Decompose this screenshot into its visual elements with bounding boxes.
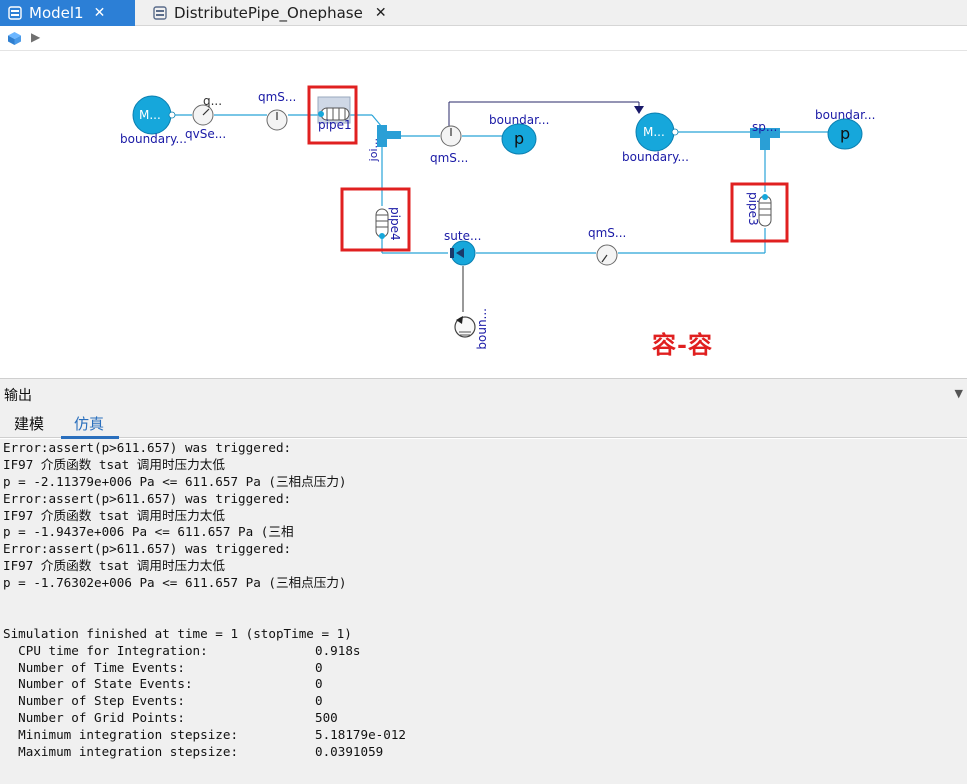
model-file-icon (8, 6, 22, 20)
breadcrumb-arrow-icon[interactable]: ▶ (31, 30, 40, 44)
stat-label: Number of Time Events: (3, 659, 185, 675)
label-qv-sensor[interactable]: qvSe... (185, 127, 226, 141)
label-split[interactable]: sp... (752, 120, 777, 134)
label-heat-boundary[interactable]: boun... (475, 308, 489, 350)
connection-lines (171, 114, 828, 254)
label-pressure-boundary-1[interactable]: boundar... (489, 113, 549, 127)
label-joint[interactable]: joi... (367, 138, 380, 161)
console-line: Error:assert(p>611.657) was triggered: (3, 541, 292, 557)
tab-label: Model1 (29, 4, 84, 22)
pressure-glyph-1: p (514, 129, 525, 148)
output-panel-title: 输出 (4, 388, 32, 404)
label-pressure-boundary-2[interactable]: boundar... (815, 108, 875, 122)
console-line: IF97 介质函数 tsat 调用时压力太低 (3, 507, 225, 523)
console-line: Error:assert(p>611.657) was triggered: (3, 490, 292, 506)
label-sute[interactable]: sute... (444, 229, 481, 243)
stat-row: Number of Grid Points: 500 (3, 710, 967, 727)
stat-label: Number of Step Events: (3, 693, 185, 709)
model-file-icon (153, 6, 167, 20)
stat-value: 500 (315, 710, 338, 726)
console-line: p = -2.11379e+006 Pa <= 611.657 Pa (三相点压… (3, 473, 347, 489)
pipe-icon (758, 194, 772, 227)
console-line: Simulation finished at time = 1 (stopTim… (3, 625, 352, 641)
stat-label: Maximum integration stepsize: (3, 744, 239, 760)
stat-label: Number of State Events: (3, 676, 193, 692)
label-qm-sensor-2[interactable]: qmS... (430, 151, 468, 165)
tab-distributepipe-onephase[interactable]: DistributePipe_Onephase ✕ (145, 0, 390, 26)
stat-label: CPU time for Integration: (3, 642, 208, 658)
close-icon[interactable]: ✕ (375, 5, 387, 21)
stat-row: Number of Step Events: 0 (3, 693, 967, 710)
stat-value: 0 (315, 676, 323, 692)
mass-source-glyph-mid: M... (643, 125, 665, 139)
chevron-down-icon[interactable]: ▼ (955, 387, 963, 400)
console-line: p = -1.76302e+006 Pa <= 611.657 Pa (三相点压… (3, 575, 347, 591)
stat-value: 0.918s (315, 642, 361, 658)
editor-tab-bar: Model1 ✕ DistributePipe_Onephase ✕ (0, 0, 967, 26)
stat-label: Number of Grid Points: (3, 710, 185, 726)
tab-model1[interactable]: Model1 ✕ (0, 0, 135, 26)
output-console[interactable]: Error:assert(p>611.657) was triggered: I… (0, 439, 967, 784)
label-pipe4[interactable]: pipe4 (388, 207, 402, 241)
console-line: IF97 介质函数 tsat 调用时压力太低 (3, 558, 225, 574)
stat-value: 5.18179e-012 (315, 727, 406, 743)
stat-row: Maximum integration stepsize: 0.0391059 (3, 744, 967, 761)
tab-modeling[interactable]: 建模 (14, 413, 44, 434)
pressure-glyph-2: p (840, 124, 851, 143)
stat-row: Number of State Events: 0 (3, 676, 967, 693)
stat-value: 0 (315, 693, 323, 709)
tab-label: DistributePipe_Onephase (174, 4, 363, 22)
console-line: p = -1.9437e+006 Pa <= 611.657 Pa (三相 (3, 524, 294, 540)
label-pipe1[interactable]: pipe1 (318, 118, 352, 132)
label-qm-sensor-1[interactable]: qmS... (258, 90, 296, 104)
label-qv-sensor-top[interactable]: q... (203, 94, 222, 108)
stat-value: 0.0391059 (315, 744, 384, 760)
diagram-canvas[interactable]: M... boundary... q... qvSe... qmS... pip… (0, 52, 967, 378)
stat-row: Number of Time Events: 0 (3, 660, 967, 677)
console-line: IF97 介质函数 tsat 调用时压力太低 (3, 456, 225, 472)
stat-row: CPU time for Integration: 0.918s (3, 643, 967, 660)
signal-arrow-icon (634, 106, 644, 114)
label-boundary-mid[interactable]: boundary... (622, 150, 689, 164)
close-icon[interactable]: ✕ (94, 5, 106, 21)
breadcrumb: ▶ (0, 27, 967, 51)
stat-row: Minimum integration stepsize: 5.18179e-01… (3, 727, 967, 744)
pipe-icon (375, 208, 389, 239)
mass-source-glyph: M... (139, 108, 161, 122)
label-pipe3[interactable]: pipe3 (746, 192, 760, 226)
label-qm-sensor-3[interactable]: qmS... (588, 226, 626, 240)
tab-simulation[interactable]: 仿真 (74, 413, 104, 434)
junction-icon (377, 125, 401, 147)
label-boundary-source[interactable]: boundary... (120, 132, 187, 146)
stat-label: Minimum integration stepsize: (3, 727, 239, 743)
output-panel-header: 输出 ▼ (0, 378, 967, 406)
output-subtabs: 建模 仿真 (0, 406, 967, 439)
watermark-text: 容-容 (652, 330, 713, 359)
stat-value: 0 (315, 659, 323, 675)
package-cube-icon[interactable] (7, 31, 22, 46)
console-line: Error:assert(p>611.657) was triggered: (3, 440, 292, 455)
